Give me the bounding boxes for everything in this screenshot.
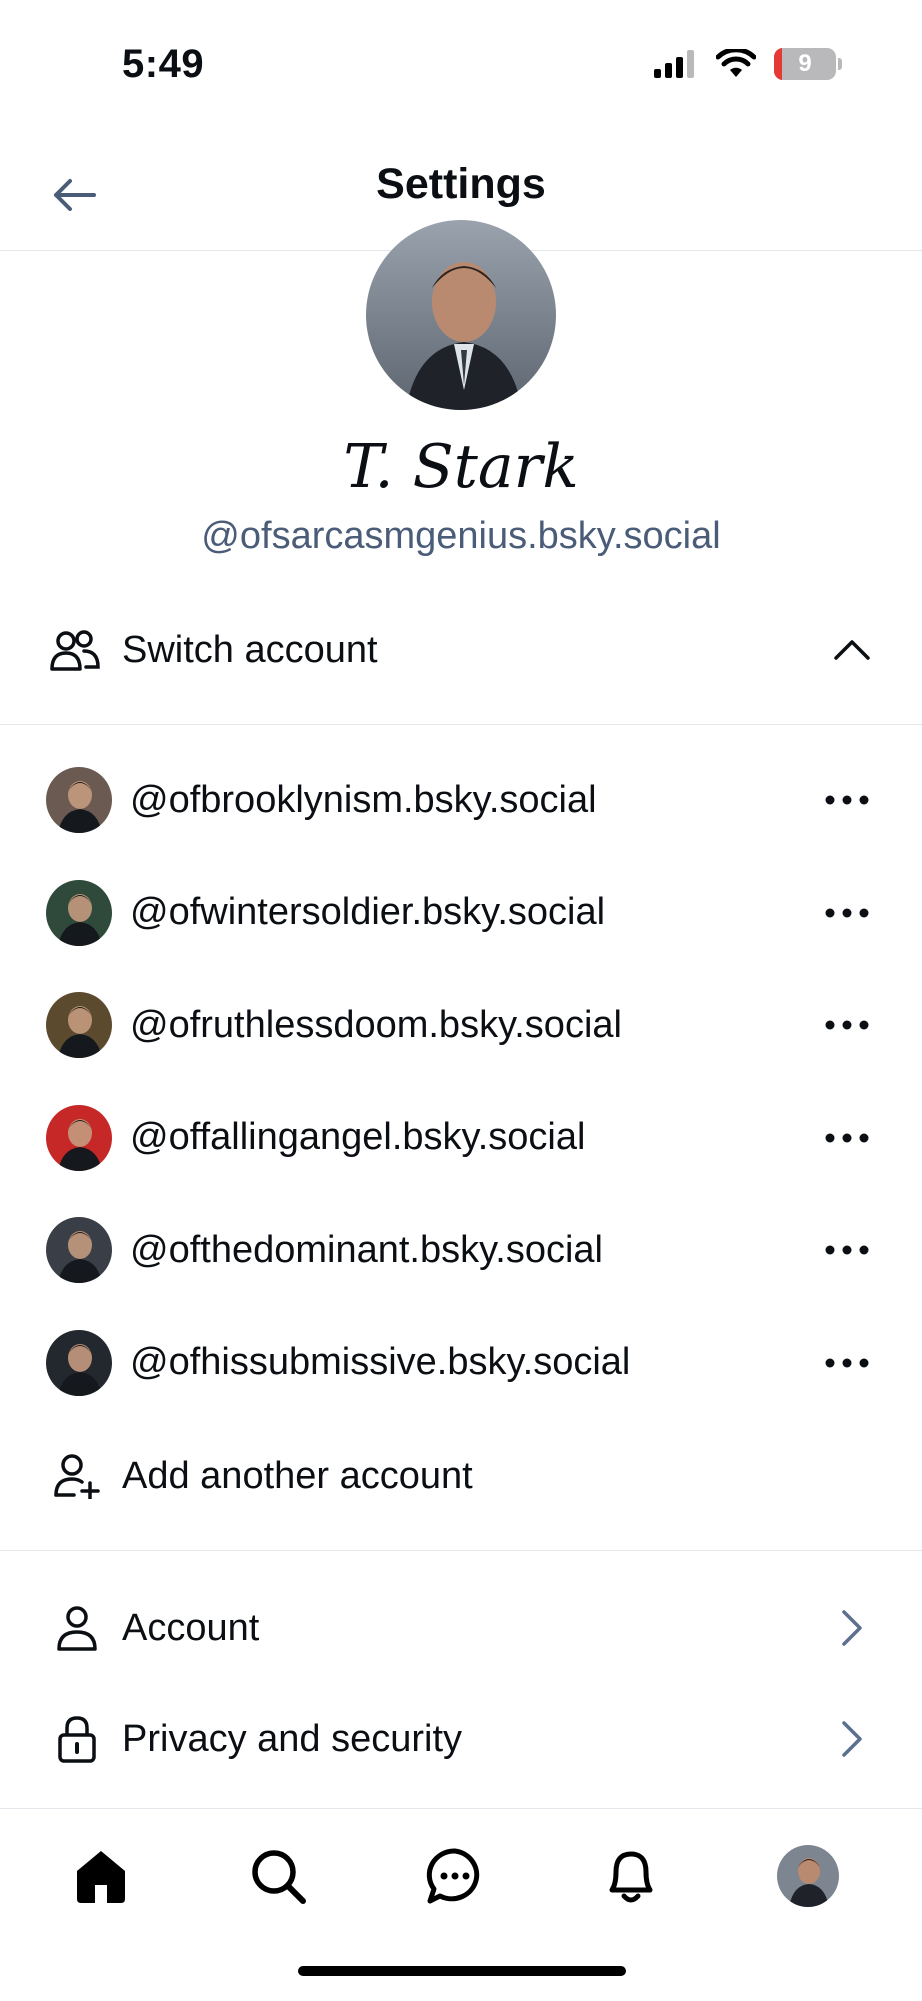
person-add-icon <box>50 1453 102 1499</box>
ellipsis-icon <box>825 795 869 805</box>
tab-home[interactable] <box>63 1838 139 1914</box>
chevron-right-icon <box>832 1719 872 1759</box>
tab-profile[interactable] <box>770 1838 846 1914</box>
chat-icon <box>426 1848 480 1904</box>
ellipsis-icon <box>825 1020 869 1030</box>
wifi-icon <box>716 49 756 77</box>
account-handle: @ofhissubmissive.bsky.social <box>130 1341 631 1383</box>
lock-icon <box>52 1715 102 1763</box>
bell-icon <box>609 1851 653 1903</box>
account-handle: @offallingangel.bsky.social <box>130 1116 586 1158</box>
ellipsis-icon <box>825 908 869 917</box>
tab-chat[interactable] <box>417 1838 493 1914</box>
ellipsis-icon <box>825 1245 869 1255</box>
account-row[interactable]: @ofwintersoldier.bsky.social <box>0 873 922 953</box>
switch-account-label: Switch account <box>122 628 378 671</box>
account-handle: @ofthedominant.bsky.social <box>130 1228 603 1271</box>
more-options-button[interactable] <box>812 780 882 820</box>
profile-avatar-small <box>777 1845 839 1907</box>
tab-search[interactable] <box>240 1838 316 1914</box>
tab-notifications[interactable] <box>593 1838 669 1914</box>
battery-icon: 9 <box>774 48 836 80</box>
add-account-label: Add another account <box>122 1454 473 1497</box>
more-options-button[interactable] <box>812 1230 882 1270</box>
divider <box>0 724 922 725</box>
home-icon <box>77 1851 125 1903</box>
profile-handle: @ofsarcasmgenius.bsky.social <box>201 515 721 557</box>
account-row[interactable]: @ofhissubmissive.bsky.social <box>0 1323 922 1403</box>
person-icon <box>52 1605 102 1651</box>
profile-avatar[interactable] <box>366 220 556 410</box>
account-avatar <box>46 992 112 1058</box>
account-handle: @ofwintersoldier.bsky.social <box>130 891 606 933</box>
account-avatar <box>46 1104 112 1171</box>
battery-tip <box>838 58 842 70</box>
cellular-signal-icon <box>654 50 694 78</box>
account-avatar <box>46 767 112 833</box>
search-icon <box>252 1850 306 1904</box>
chevron-right-icon <box>832 1608 872 1648</box>
more-options-button[interactable] <box>812 1343 882 1383</box>
account-avatar <box>46 1217 112 1283</box>
more-options-button[interactable] <box>812 1005 882 1045</box>
account-row[interactable]: @ofbrooklynism.bsky.social <box>0 760 922 840</box>
account-row[interactable]: @offallingangel.bsky.social <box>0 1098 922 1178</box>
chevron-up-icon <box>830 638 874 662</box>
account-avatar <box>46 879 112 946</box>
profile-display-name: T. Stark <box>343 432 579 502</box>
more-options-button[interactable] <box>812 893 882 933</box>
menu-item-account-label: Account <box>122 1606 260 1649</box>
status-icons: 9 <box>654 48 842 80</box>
menu-item-account[interactable]: Account <box>0 1585 922 1671</box>
battery-level: 9 <box>798 50 812 77</box>
people-icon <box>48 629 102 671</box>
switch-account-toggle[interactable]: Switch account <box>0 610 922 690</box>
home-indicator <box>298 1966 626 1976</box>
account-avatar <box>46 1329 112 1396</box>
account-handle: @ofruthlessdoom.bsky.social <box>130 1003 622 1046</box>
page-title: Settings <box>376 160 546 208</box>
account-row[interactable]: @ofruthlessdoom.bsky.social <box>0 985 922 1065</box>
menu-item-privacy-security[interactable]: Privacy and security <box>0 1696 922 1782</box>
account-handle: @ofbrooklynism.bsky.social <box>130 778 597 821</box>
add-account-button[interactable]: Add another account <box>0 1434 922 1518</box>
ellipsis-icon <box>825 1358 869 1367</box>
more-options-button[interactable] <box>812 1118 882 1158</box>
divider <box>0 1550 922 1551</box>
status-time: 5:49 <box>122 42 205 86</box>
ellipsis-icon <box>825 1133 869 1142</box>
menu-item-privacy-label: Privacy and security <box>122 1717 463 1760</box>
account-row[interactable]: @ofthedominant.bsky.social <box>0 1210 922 1290</box>
